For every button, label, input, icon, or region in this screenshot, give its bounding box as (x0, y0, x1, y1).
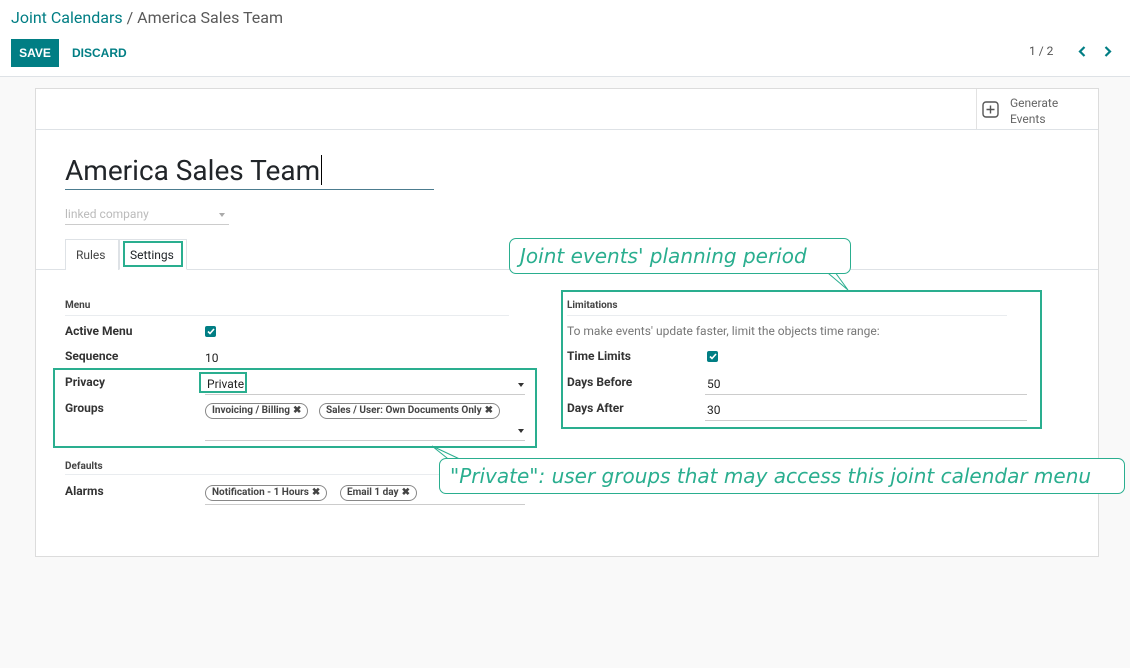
pager-previous-button[interactable] (1073, 40, 1091, 62)
plus-square-icon (982, 101, 999, 118)
check-icon (206, 328, 215, 335)
groups-underline (205, 440, 525, 441)
privacy-underline (205, 394, 525, 395)
menu-group-title: Menu (65, 300, 91, 311)
days-before-underline (705, 394, 1027, 395)
time-limits-label: Time Limits (567, 349, 631, 363)
limitations-help-text: To make events' update faster, limit the… (567, 324, 880, 338)
remove-tag-icon[interactable]: ✖ (293, 405, 301, 416)
generate-events-button[interactable]: Generate Events (976, 89, 1098, 129)
days-after-underline (705, 420, 1027, 421)
active-menu-label: Active Menu (65, 324, 133, 338)
pager-next-button[interactable] (1099, 40, 1117, 62)
remove-tag-icon[interactable]: ✖ (402, 487, 410, 498)
alarm-tag[interactable]: Notification - 1 Hours ✖ (205, 485, 328, 501)
limitations-group-divider (567, 315, 1007, 316)
tab-rules[interactable]: Rules (65, 239, 119, 270)
check-icon (708, 353, 717, 360)
time-limits-checkbox[interactable] (707, 351, 718, 362)
breadcrumb: Joint Calendars / America Sales Team (11, 8, 283, 27)
name-input[interactable]: America Sales Team (65, 152, 434, 190)
dropdown-arrow-icon (219, 213, 225, 217)
name-value: America Sales Team (65, 154, 321, 187)
privacy-select[interactable]: Private (207, 377, 244, 391)
alarms-underline (205, 504, 525, 505)
active-menu-checkbox[interactable] (205, 326, 216, 337)
callout-planning-period: Joint events' planning period (509, 238, 851, 274)
remove-tag-icon[interactable]: ✖ (485, 405, 493, 416)
alarms-label: Alarms (65, 484, 104, 498)
days-before-label: Days Before (567, 375, 633, 389)
groups-label: Groups (65, 401, 104, 415)
sequence-label: Sequence (65, 349, 119, 363)
tab-settings[interactable]: Settings (119, 239, 187, 270)
chevron-left-icon (1078, 45, 1086, 57)
save-button[interactable]: SAVE (11, 39, 59, 67)
privacy-dropdown-arrow-icon[interactable] (518, 383, 524, 387)
text-cursor (321, 155, 323, 185)
pager-value[interactable]: 1 / 2 (1029, 44, 1053, 58)
breadcrumb-current: America Sales Team (137, 8, 283, 27)
menu-group-divider (65, 315, 509, 316)
days-before-input[interactable]: 50 (707, 377, 721, 391)
group-tag[interactable]: Sales / User: Own Documents Only ✖ (319, 403, 500, 419)
group-tag[interactable]: Invoicing / Billing ✖ (205, 403, 309, 419)
company-field[interactable]: linked company (65, 205, 229, 225)
control-panel: Joint Calendars / America Sales Team SAV… (0, 0, 1130, 77)
groups-dropdown-arrow-icon[interactable] (518, 429, 524, 433)
privacy-label: Privacy (65, 375, 106, 389)
button-box: Generate Events (36, 89, 1098, 130)
defaults-group-title: Defaults (65, 461, 103, 472)
callout-private-groups: "Private": user groups that may access t… (439, 458, 1125, 494)
limitations-group-title: Limitations (567, 300, 618, 311)
days-after-input[interactable]: 30 (707, 403, 721, 417)
days-after-label: Days After (567, 401, 624, 415)
breadcrumb-separator: / (122, 8, 138, 27)
chevron-right-icon (1104, 45, 1112, 57)
alarm-tag[interactable]: Email 1 day ✖ (340, 485, 417, 501)
remove-tag-icon[interactable]: ✖ (312, 487, 320, 498)
sequence-value[interactable]: 10 (205, 351, 219, 365)
company-placeholder: linked company (65, 207, 149, 221)
generate-events-label: Generate Events (1010, 96, 1059, 126)
discard-button[interactable]: DISCARD (64, 39, 135, 67)
breadcrumb-parent-link[interactable]: Joint Calendars (11, 8, 123, 27)
